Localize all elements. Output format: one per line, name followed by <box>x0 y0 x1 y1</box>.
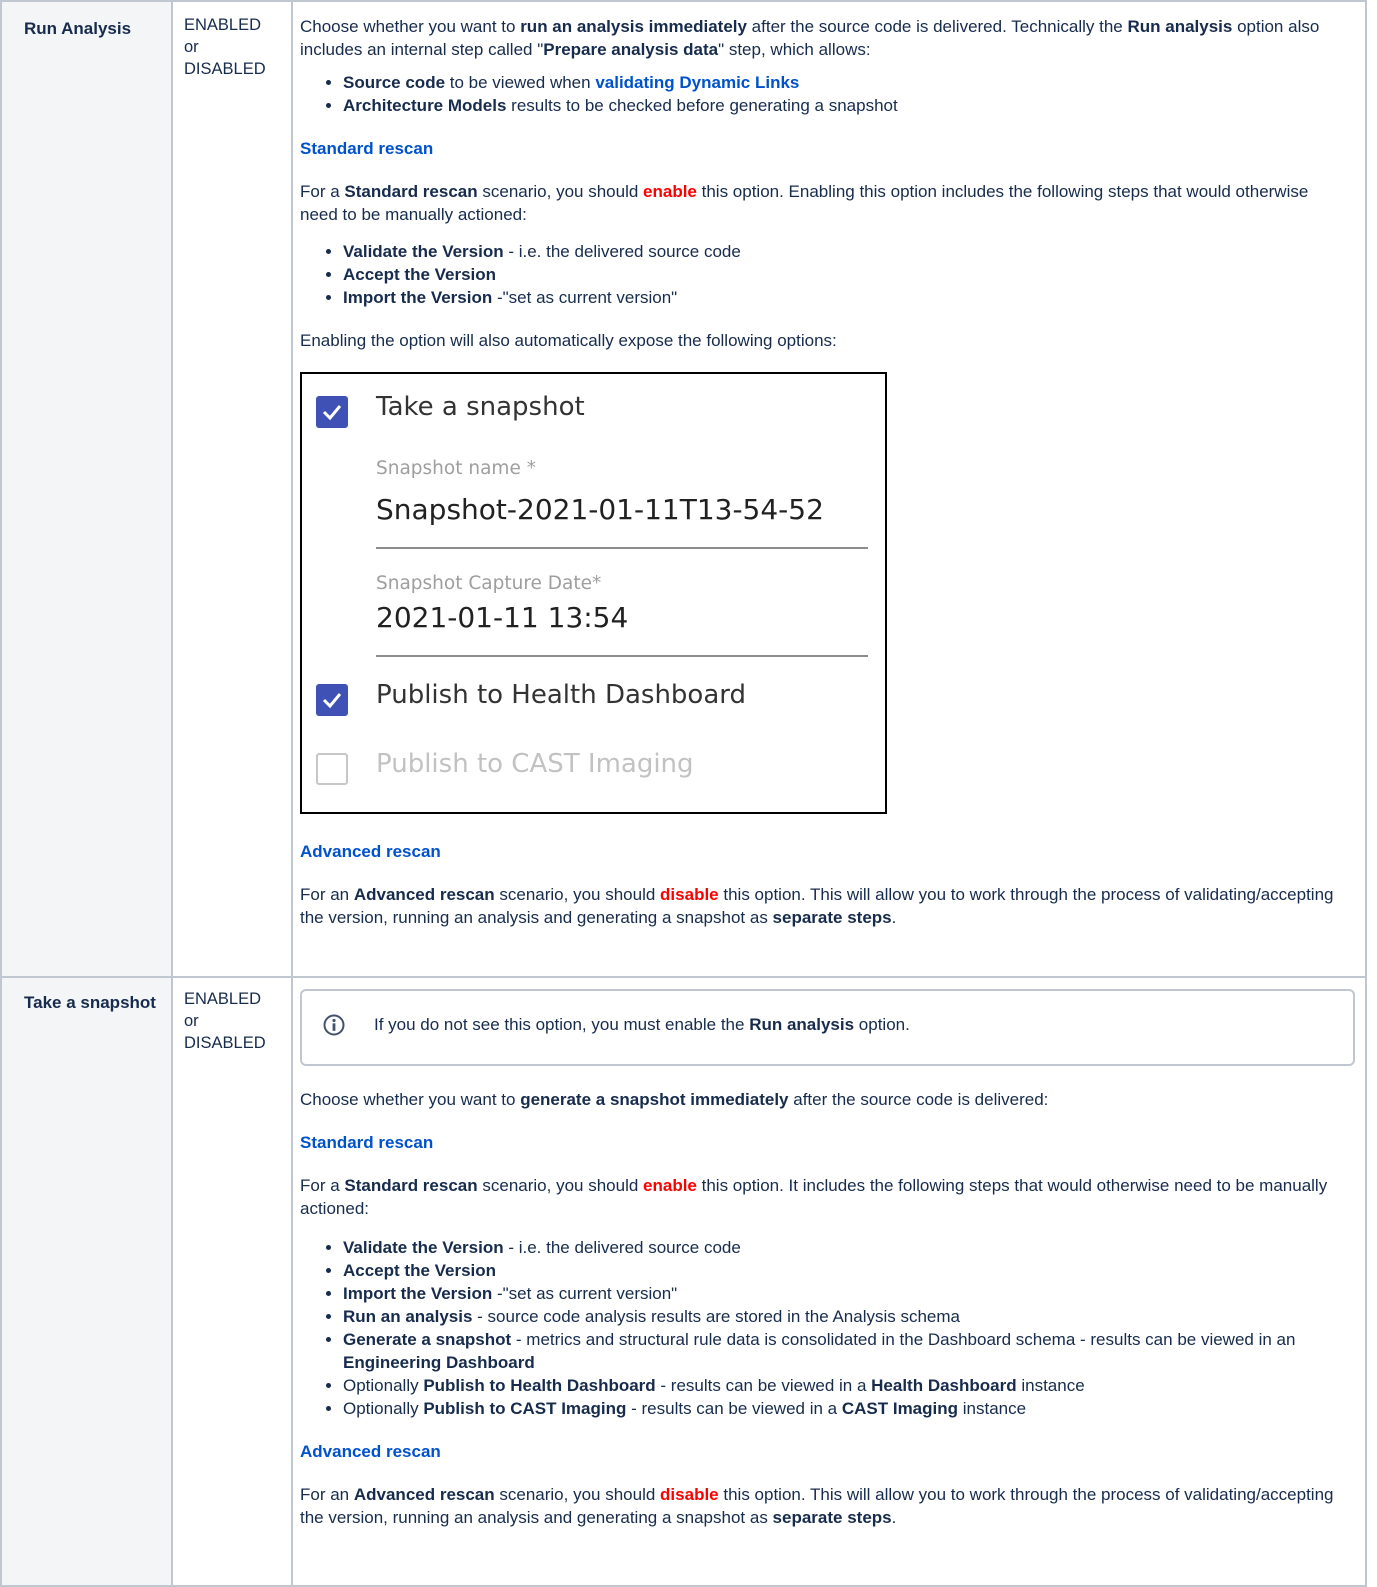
capture-date-underline <box>376 655 868 657</box>
option-name-cell: Take a snapshot <box>0 976 173 1587</box>
option-description-cell: Choose whether you want to run an analys… <box>291 0 1367 978</box>
list-item: Source code to be viewed when validating… <box>343 71 1345 94</box>
option-state-cell: ENABLED or DISABLED <box>171 0 293 978</box>
table-row: Run Analysis ENABLED or DISABLED Choose … <box>0 0 1367 978</box>
options-table: Run Analysis ENABLED or DISABLED Choose … <box>0 0 1367 1587</box>
option-state: ENABLED or DISABLED <box>173 978 291 1054</box>
dynamic-links-link[interactable]: validating Dynamic Links <box>595 73 799 92</box>
snapshot-name-underline <box>376 547 868 549</box>
list-item: Generate a snapshot - metrics and struct… <box>343 1328 1355 1374</box>
standard-rescan-heading: Standard rescan <box>300 139 434 158</box>
info-icon <box>323 1014 345 1036</box>
list-item: Optionally Publish to Health Dashboard -… <box>343 1374 1355 1397</box>
expose-paragraph: Enabling the option will also automatica… <box>300 331 837 350</box>
snapshot-options-screenshot: Take a snapshot Snapshot name * Snapshot… <box>300 372 887 814</box>
list-item: Validate the Version - i.e. the delivere… <box>343 240 1345 263</box>
list-item: Validate the Version - i.e. the delivere… <box>343 1236 1355 1259</box>
state-enabled: ENABLED <box>184 16 262 34</box>
take-snapshot-checkbox[interactable] <box>316 396 348 428</box>
take-snapshot-label: Take a snapshot <box>376 392 585 422</box>
publish-imaging-label: Publish to CAST Imaging <box>376 749 694 779</box>
option-name: Run Analysis <box>24 19 132 38</box>
publish-health-checkbox[interactable] <box>316 684 348 716</box>
checkmark-icon <box>322 693 342 709</box>
publish-imaging-checkbox[interactable] <box>316 753 348 785</box>
info-text: If you do not see this option, you must … <box>374 1015 910 1034</box>
list-item: Import the Version -"set as current vers… <box>343 286 1345 309</box>
list-item: Run an analysis - source code analysis r… <box>343 1305 1355 1328</box>
state-or: or <box>184 1012 199 1030</box>
list-item: Optionally Publish to CAST Imaging - res… <box>343 1397 1355 1420</box>
advanced-rescan-paragraph: For an Advanced rescan scenario, you sho… <box>300 885 1334 927</box>
standard-steps-list: Validate the Version - i.e. the delivere… <box>300 1236 1355 1420</box>
option-state: ENABLED or DISABLED <box>173 2 291 80</box>
option-name-cell: Run Analysis <box>0 0 173 978</box>
state-disabled: DISABLED <box>184 1034 266 1052</box>
checkmark-icon <box>322 405 342 421</box>
state-or: or <box>184 38 199 56</box>
advanced-rescan-paragraph: For an Advanced rescan scenario, you sho… <box>300 1485 1334 1527</box>
standard-steps-list: Validate the Version - i.e. the delivere… <box>300 240 1345 309</box>
option-state-cell: ENABLED or DISABLED <box>171 976 293 1587</box>
intro-paragraph: Choose whether you want to run an analys… <box>300 17 1320 59</box>
snapshot-name-input[interactable]: Snapshot-2021-01-11T13-54-52 <box>376 496 824 524</box>
list-item: Accept the Version <box>343 263 1345 286</box>
advanced-rescan-heading: Advanced rescan <box>300 842 441 861</box>
list-item: Import the Version -"set as current vers… <box>343 1282 1355 1305</box>
info-panel: If you do not see this option, you must … <box>300 989 1355 1066</box>
option-description-cell: If you do not see this option, you must … <box>291 976 1367 1587</box>
state-disabled: DISABLED <box>184 60 266 78</box>
list-item: Architecture Models results to be checke… <box>343 94 1345 117</box>
capture-date-input[interactable]: 2021-01-11 13:54 <box>376 604 628 632</box>
standard-rescan-paragraph: For a Standard rescan scenario, you shou… <box>300 182 1309 224</box>
publish-health-label: Publish to Health Dashboard <box>376 680 747 710</box>
standard-rescan-paragraph: For a Standard rescan scenario, you shou… <box>300 1176 1328 1218</box>
snapshot-name-label: Snapshot name * <box>376 458 536 479</box>
state-enabled: ENABLED <box>184 990 262 1008</box>
capture-date-label: Snapshot Capture Date* <box>376 573 602 594</box>
advanced-rescan-heading: Advanced rescan <box>300 1442 441 1461</box>
intro-paragraph: Choose whether you want to generate a sn… <box>300 1090 1049 1109</box>
option-name: Take a snapshot <box>24 993 156 1012</box>
list-item: Accept the Version <box>343 1259 1355 1282</box>
table-row: Take a snapshot ENABLED or DISABLED If y… <box>0 976 1367 1587</box>
standard-rescan-heading: Standard rescan <box>300 1133 434 1152</box>
allows-list: Source code to be viewed when validating… <box>300 71 1345 117</box>
